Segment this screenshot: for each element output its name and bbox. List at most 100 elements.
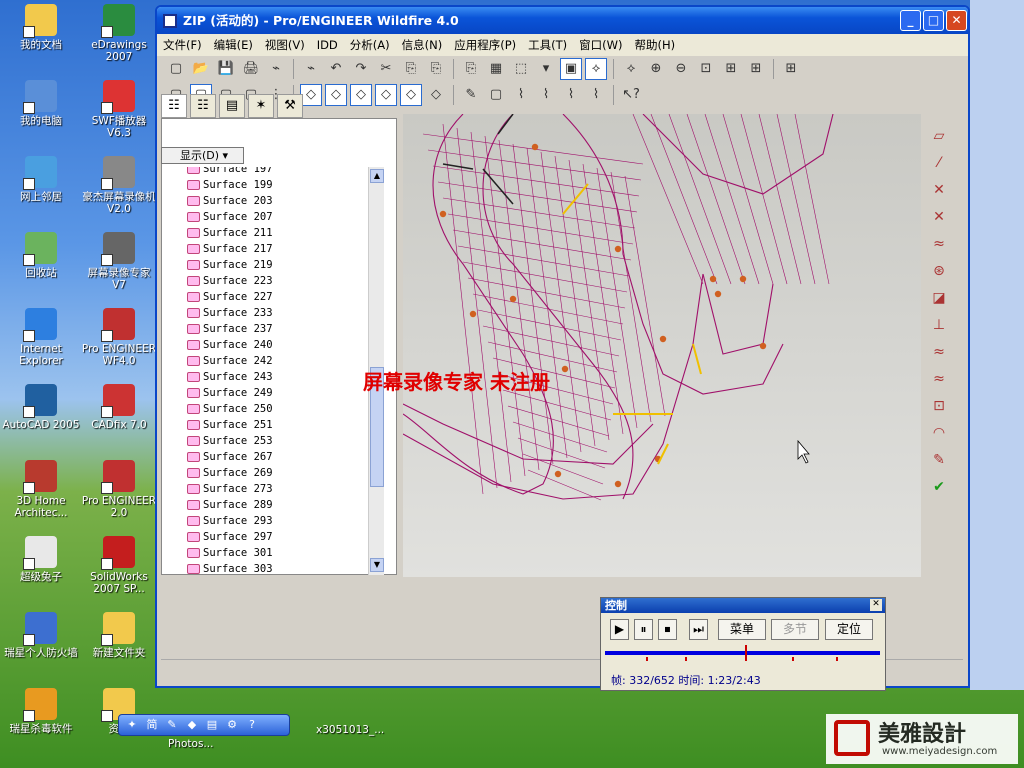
toolbar-button[interactable]: ⟡ bbox=[585, 58, 607, 80]
tree-item[interactable]: Surface 199 bbox=[161, 177, 367, 193]
menu-item[interactable]: 分析(A) bbox=[350, 37, 390, 53]
desktop-icon[interactable]: Pro ENGINEER WF4.0 bbox=[80, 308, 158, 367]
tree-item[interactable]: Surface 219 bbox=[161, 257, 367, 273]
right-tool-button[interactable]: ◪ bbox=[926, 287, 952, 311]
desktop-icon[interactable]: 网上邻居 bbox=[2, 156, 80, 203]
tree-item[interactable]: Surface 217 bbox=[161, 241, 367, 257]
right-tool-button[interactable]: ≈ bbox=[926, 233, 952, 257]
toolbar-button[interactable]: 💾 bbox=[215, 58, 237, 80]
locate-button[interactable]: 定位 bbox=[825, 619, 873, 640]
show-dropdown[interactable]: 显示(D) ▾ bbox=[161, 147, 244, 164]
quicklaunch-icon[interactable]: ⚙ bbox=[223, 717, 241, 733]
toolbar-button[interactable]: ↶ bbox=[325, 58, 347, 80]
toolbar-button[interactable]: ▦ bbox=[485, 58, 507, 80]
tree-item[interactable]: Surface 250 bbox=[161, 401, 367, 417]
right-tool-button[interactable]: ✔ bbox=[926, 476, 952, 500]
desktop-icon[interactable]: Pro ENGINEER 2.0 bbox=[80, 460, 158, 519]
toolbar-button[interactable]: ▣ bbox=[560, 58, 582, 80]
tab-connections[interactable]: ⚒ bbox=[277, 94, 303, 118]
tree-item[interactable]: Surface 251 bbox=[161, 417, 367, 433]
tab-favorites[interactable]: ✶ bbox=[248, 94, 274, 118]
toolbar-button[interactable]: ⌇ bbox=[585, 84, 607, 106]
progress-track[interactable] bbox=[605, 651, 880, 655]
tab-model-tree[interactable]: ☷ bbox=[161, 94, 187, 118]
tree-item[interactable]: Surface 273 bbox=[161, 481, 367, 497]
right-tool-button[interactable]: ▱ bbox=[926, 125, 952, 149]
toolbar-button[interactable]: ⊞ bbox=[780, 58, 802, 80]
toolbar-button[interactable]: ⊡ bbox=[695, 58, 717, 80]
menu-item[interactable]: 窗口(W) bbox=[579, 37, 622, 53]
desktop-icon[interactable]: 我的电脑 bbox=[2, 80, 80, 127]
toolbar-button[interactable]: ⌇ bbox=[535, 84, 557, 106]
tree-item[interactable]: Surface 227 bbox=[161, 289, 367, 305]
toolbar-button[interactable]: ⎘ bbox=[425, 58, 447, 80]
toolbar-button[interactable]: ◇ bbox=[375, 84, 397, 106]
desktop-icon[interactable]: CADfix 7.0 bbox=[80, 384, 158, 431]
stop-button[interactable]: ⏹ bbox=[658, 619, 677, 640]
tree-item[interactable]: Surface 297 bbox=[161, 529, 367, 545]
quicklaunch-icon[interactable]: ✎ bbox=[163, 717, 181, 733]
tree-item[interactable]: Surface 267 bbox=[161, 449, 367, 465]
toolbar-button[interactable]: ⌁ bbox=[300, 58, 322, 80]
menu-button[interactable]: 菜单 bbox=[718, 619, 766, 640]
toolbar-button[interactable]: ↷ bbox=[350, 58, 372, 80]
desktop-icon[interactable]: 回收站 bbox=[2, 232, 80, 279]
right-tool-button[interactable]: ✕ bbox=[926, 206, 952, 230]
toolbar-button[interactable]: ⎘ bbox=[460, 58, 482, 80]
desktop-icon[interactable]: 3D Home Architec... bbox=[2, 460, 80, 519]
tree-item[interactable]: Surface 253 bbox=[161, 433, 367, 449]
desktop-icon[interactable]: 我的文档 bbox=[2, 4, 80, 51]
tree-item[interactable]: Surface 301 bbox=[161, 545, 367, 561]
tree-item[interactable]: Surface 242 bbox=[161, 353, 367, 369]
tree-item[interactable]: Surface 249 bbox=[161, 385, 367, 401]
menu-item[interactable]: 工具(T) bbox=[528, 37, 567, 53]
desktop-icon[interactable]: SWF播放器 V6.3 bbox=[80, 80, 158, 139]
toolbar-button[interactable]: ✎ bbox=[460, 84, 482, 106]
tab-layers[interactable]: ☷ bbox=[190, 94, 216, 118]
tab-folder[interactable]: ▤ bbox=[219, 94, 245, 118]
desktop-icon[interactable]: 屏幕录像专家 V7 bbox=[80, 232, 158, 291]
title-bar[interactable]: ZIP (活动的) - Pro/ENGINEER Wildfire 4.0 _ … bbox=[157, 7, 968, 34]
progress-thumb[interactable] bbox=[744, 645, 747, 661]
toolbar-button[interactable]: ✂ bbox=[375, 58, 397, 80]
maximize-button[interactable]: □ bbox=[923, 10, 944, 31]
desktop-icon[interactable]: 豪杰屏幕录像机 V2.0 bbox=[80, 156, 158, 215]
desktop-icon[interactable]: eDrawings 2007 bbox=[80, 4, 158, 63]
toolbar-button[interactable]: ⎘ bbox=[400, 58, 422, 80]
toolbar-button[interactable]: ⊖ bbox=[670, 58, 692, 80]
desktop-icon[interactable]: AutoCAD 2005 bbox=[2, 384, 80, 431]
toolbar-button[interactable]: ▢ bbox=[485, 84, 507, 106]
control-title-bar[interactable]: 控制 ✕ bbox=[601, 598, 885, 613]
close-button[interactable]: ✕ bbox=[946, 10, 967, 31]
right-tool-button[interactable]: ≈ bbox=[926, 341, 952, 365]
tree-item[interactable]: Surface 303 bbox=[161, 561, 367, 575]
section-button[interactable]: 多节 bbox=[771, 619, 819, 640]
toolbar-button[interactable]: ◇ bbox=[300, 84, 322, 106]
tree-item[interactable]: Surface 233 bbox=[161, 305, 367, 321]
toolbar-button[interactable]: ⌇ bbox=[560, 84, 582, 106]
desktop-icon[interactable]: 瑞星个人防火墙 bbox=[2, 612, 80, 659]
right-tool-button[interactable]: ⊥ bbox=[926, 314, 952, 338]
pause-button[interactable]: ⏸ bbox=[634, 619, 653, 640]
menu-item[interactable]: 编辑(E) bbox=[214, 37, 253, 53]
quicklaunch-icon[interactable]: ✦ bbox=[123, 717, 141, 733]
tree-item[interactable]: Surface 197 bbox=[161, 167, 367, 177]
right-tool-button[interactable]: ⊡ bbox=[926, 395, 952, 419]
toolbar-button[interactable]: 🖨 bbox=[240, 58, 262, 80]
next-button[interactable]: ⏭ bbox=[689, 619, 708, 640]
help-icon[interactable]: ? bbox=[243, 717, 261, 733]
toolbar-button[interactable]: ◇ bbox=[400, 84, 422, 106]
quicklaunch-icon[interactable]: 简 bbox=[143, 717, 161, 733]
tree-item[interactable]: Surface 237 bbox=[161, 321, 367, 337]
tree-item[interactable]: Surface 203 bbox=[161, 193, 367, 209]
right-tool-button[interactable]: ≈ bbox=[926, 368, 952, 392]
tree-item[interactable]: Surface 289 bbox=[161, 497, 367, 513]
tree-item[interactable]: Surface 207 bbox=[161, 209, 367, 225]
right-tool-button[interactable]: ⊛ bbox=[926, 260, 952, 284]
toolbar-button[interactable]: ◇ bbox=[325, 84, 347, 106]
menu-item[interactable]: 应用程序(P) bbox=[454, 37, 516, 53]
menu-item[interactable]: 文件(F) bbox=[163, 37, 202, 53]
toolbar-button[interactable]: ▢ bbox=[165, 58, 187, 80]
menu-item[interactable]: IDD bbox=[317, 38, 338, 52]
minimize-button[interactable]: _ bbox=[900, 10, 921, 31]
